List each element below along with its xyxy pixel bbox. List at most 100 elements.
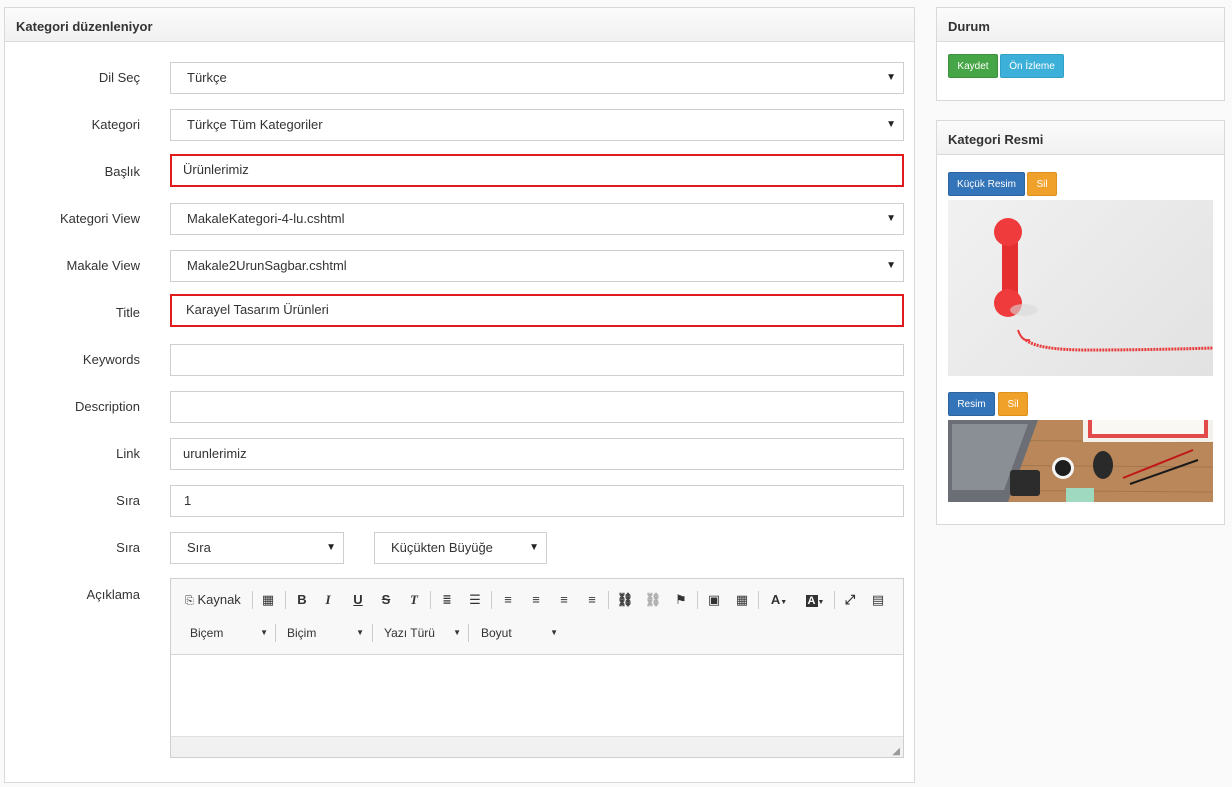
chevron-down-icon: ▼ — [326, 542, 336, 553]
heading-label: Başlık — [104, 164, 140, 179]
save-button[interactable]: Kaydet — [948, 54, 998, 78]
chevron-down-icon: ▼ — [529, 542, 539, 553]
toolbar-separator — [608, 591, 609, 609]
article-view-select[interactable]: Makale2UrunSagbar.cshtml ▼ — [170, 250, 904, 282]
language-label: Dil Seç — [98, 70, 140, 85]
anchor-flag-icon[interactable]: ⚑ — [670, 590, 692, 610]
preview-button[interactable]: Ön İzleme — [1000, 54, 1064, 78]
text-color-icon[interactable]: A▼ — [765, 590, 793, 610]
description-input[interactable] — [170, 391, 904, 423]
category-image-panel: Kategori Resmi Küçük Resim Sil Resim Sil — [936, 120, 1225, 525]
unlink-icon[interactable]: ⛓ — [642, 590, 664, 610]
size-combo-label: Boyut — [481, 626, 512, 640]
background-color-icon[interactable]: A ▼ — [801, 590, 829, 610]
format-combo-label: Biçim — [287, 626, 317, 640]
sort-direction-select[interactable]: Küçükten Büyüğe ▼ — [374, 532, 547, 564]
description-label: Description — [74, 399, 140, 414]
article-view-value: Makale2UrunSagbar.cshtml — [187, 258, 347, 273]
toolbar-separator — [491, 591, 492, 609]
category-label: Kategori — [91, 117, 140, 132]
heading-input[interactable]: Ürünlerimiz — [170, 154, 904, 187]
chevron-down-icon: ▼ — [356, 628, 364, 637]
underline-button[interactable]: U — [347, 590, 369, 610]
link-icon[interactable]: ⛓ — [614, 590, 636, 610]
source-label: Kaynak — [197, 592, 241, 607]
toolbar-separator — [275, 624, 276, 642]
title-label: Title — [115, 305, 140, 320]
sort-field-select[interactable]: Sıra ▼ — [170, 532, 344, 564]
toolbar-separator — [697, 591, 698, 609]
category-view-value: MakaleKategori-4-lu.cshtml — [187, 211, 345, 226]
category-view-label: Kategori View — [60, 211, 140, 226]
title-input[interactable]: Karayel Tasarım Ürünleri — [170, 294, 904, 327]
description-editor-label: Açıklama — [86, 587, 140, 602]
red-phone-image — [994, 218, 1213, 352]
status-panel-title: Durum — [937, 8, 1224, 42]
source-button[interactable]: ⎘ Kaynak — [185, 590, 247, 610]
show-blocks-icon[interactable]: ▤ — [867, 590, 889, 610]
image-icon[interactable]: ▣ — [703, 590, 725, 610]
numbered-list-icon[interactable]: ≣ — [436, 590, 458, 610]
small-image-preview — [948, 200, 1213, 376]
style-combo[interactable]: Biçem ▼ — [190, 623, 268, 643]
resize-handle-icon[interactable]: ◢ — [892, 746, 900, 757]
category-view-select[interactable]: MakaleKategori-4-lu.cshtml ▼ — [170, 203, 904, 235]
sort-field-value: Sıra — [187, 540, 211, 555]
chevron-down-icon: ▼ — [886, 260, 896, 271]
sort-label: Sıra — [116, 540, 140, 555]
keywords-input[interactable] — [170, 344, 904, 376]
bulleted-list-icon[interactable]: ☰ — [464, 590, 486, 610]
rich-text-editor: ⎘ Kaynak ▦ B I U S T ≣ ☰ ≡ ≡ ≡ ≡ ⛓ ⛓ ⚑ ▣ — [170, 578, 904, 758]
align-center-icon[interactable]: ≡ — [525, 590, 547, 610]
maximize-icon[interactable]: ⤢ — [839, 590, 861, 610]
delete-small-image-button[interactable]: Sil — [1027, 172, 1057, 196]
toolbar-separator — [468, 624, 469, 642]
chevron-down-icon: ▼ — [453, 628, 461, 637]
chevron-down-icon: ▼ — [260, 628, 268, 637]
strike-button[interactable]: S — [375, 590, 397, 610]
language-select[interactable]: Türkçe ▼ — [170, 62, 904, 94]
category-value: Türkçe Tüm Kategoriler — [187, 117, 323, 132]
editor-footer: ◢ — [171, 736, 903, 757]
article-view-label: Makale View — [66, 258, 140, 273]
toolbar-separator — [252, 591, 253, 609]
sort-direction-value: Küçükten Büyüğe — [391, 540, 493, 555]
format-combo[interactable]: Biçim ▼ — [287, 623, 364, 643]
order-input[interactable]: 1 — [170, 485, 904, 517]
category-edit-panel: Kategori düzenleniyor Dil Seç Türkçe ▼ K… — [4, 7, 915, 783]
category-select[interactable]: Türkçe Tüm Kategoriler ▼ — [170, 109, 904, 141]
templates-icon[interactable]: ▦ — [257, 590, 279, 610]
panel-title: Kategori düzenleniyor — [5, 8, 914, 42]
image-button[interactable]: Resim — [948, 392, 995, 416]
toolbar-separator — [834, 591, 835, 609]
chevron-down-icon: ▼ — [550, 628, 558, 637]
chevron-down-icon: ▼ — [886, 119, 896, 130]
toolbar-separator — [430, 591, 431, 609]
editor-content-area[interactable] — [171, 655, 903, 736]
italic-button[interactable]: I — [317, 590, 339, 610]
order-label: Sıra — [116, 493, 140, 508]
status-panel: Durum Kaydet Ön İzleme — [936, 7, 1225, 101]
toolbar-separator — [372, 624, 373, 642]
align-right-icon[interactable]: ≡ — [553, 590, 575, 610]
font-combo[interactable]: Yazı Türü ▼ — [384, 623, 461, 643]
style-combo-label: Biçem — [190, 626, 224, 640]
link-label: Link — [116, 446, 140, 461]
size-combo[interactable]: Boyut ▼ — [481, 623, 558, 643]
delete-image-button[interactable]: Sil — [998, 392, 1028, 416]
toolbar-separator — [758, 591, 759, 609]
font-combo-label: Yazı Türü — [384, 626, 435, 640]
chevron-down-icon: ▼ — [886, 72, 896, 83]
bold-button[interactable]: B — [291, 590, 313, 610]
align-left-icon[interactable]: ≡ — [497, 590, 519, 610]
category-image-title: Kategori Resmi — [937, 121, 1224, 155]
source-icon: ⎘ — [185, 595, 194, 607]
link-input[interactable]: urunlerimiz — [170, 438, 904, 470]
image-preview — [948, 420, 1213, 502]
table-icon[interactable]: ▦ — [731, 590, 753, 610]
desk-image — [948, 420, 1213, 502]
align-justify-icon[interactable]: ≡ — [581, 590, 603, 610]
small-image-button[interactable]: Küçük Resim — [948, 172, 1025, 196]
language-value: Türkçe — [187, 70, 227, 85]
remove-format-button[interactable]: T — [403, 590, 425, 610]
